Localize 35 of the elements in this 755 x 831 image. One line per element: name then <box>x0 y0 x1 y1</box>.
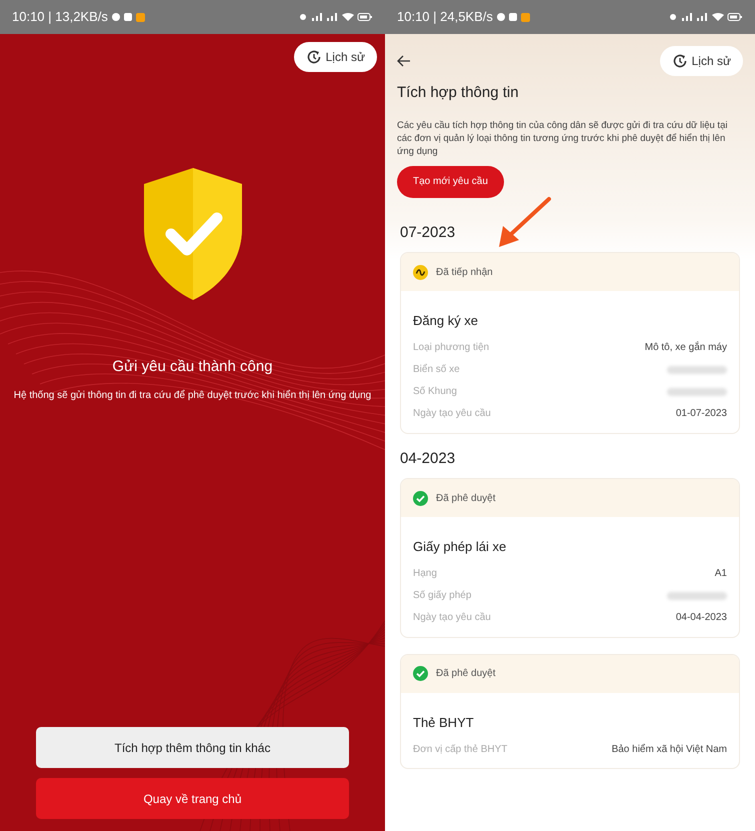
month-heading: 07-2023 <box>400 222 456 242</box>
field-label: Số Khung <box>413 385 457 399</box>
create-request-button[interactable]: Tạo mới yêu cầu <box>397 166 504 198</box>
field-value: 04-04-2023 <box>676 611 727 625</box>
field-label: Biển số xe <box>413 362 460 377</box>
field-value: A1 <box>714 567 727 581</box>
request-card[interactable]: Đã tiếp nhận Đăng ký xe Loại phương tiện Mô tô, xe gắn máy Biển số xe Số Khung Ngày tạo yêu cầu 01-07-2023 <box>400 252 740 434</box>
status-time: 10:10 | 13,2KB/s <box>12 8 108 26</box>
add-more-button[interactable]: Tích hợp thêm thông tin khác <box>36 727 349 768</box>
card-title: Giấy phép lái xe <box>413 538 508 556</box>
field-label: Ngày tạo yêu cầu <box>413 611 491 625</box>
field-value: Bảo hiểm xã hội Việt Nam <box>612 742 727 756</box>
status-label: Đã tiếp nhận <box>436 266 493 280</box>
field-label: Đơn vị cấp thẻ BHYT <box>413 742 508 756</box>
field-label: Hạng <box>413 567 437 581</box>
field-label: Số giấy phép <box>413 589 472 603</box>
status-label: Đã phê duyệt <box>436 492 496 506</box>
field-value: 01-07-2023 <box>676 407 727 421</box>
month-heading: 04-2023 <box>400 448 456 468</box>
card-title: Thẻ BHYT <box>413 714 475 732</box>
card-title: Đăng ký xe <box>413 312 480 330</box>
home-button[interactable]: Quay về trang chủ <box>36 778 349 819</box>
request-card[interactable]: Đã phê duyệt Giấy phép lái xe Hạng A1 Số giấy phép Ngày tạo yêu cầu 04-04-2023 <box>400 478 740 638</box>
request-card[interactable]: Đã phê duyệt Thẻ BHYT Đơn vị cấp thẻ BHYT Bảo hiểm xã hội Việt Nam <box>400 654 740 769</box>
success-title: Gửi yêu cầu thành công <box>111 357 274 377</box>
history-button[interactable]: Lịch sử <box>294 42 377 72</box>
status-label: Đã phê duyệt <box>436 667 496 681</box>
field-value: Mô tô, xe gắn máy <box>644 340 727 355</box>
page-description: Các yêu cầu tích hợp thông tin của công dân sẽ được gửi đi tra cứu dữ liệu tại các đơn vị quản lý loại thông tin tương ứng trước khi phê duyệt để hiển thị lên ứng dụng <box>396 118 728 158</box>
field-label: Loại phương tiện <box>413 341 490 355</box>
page-title: Tích hợp thông tin <box>396 83 520 103</box>
field-label: Ngày tạo yêu cầu <box>413 407 491 421</box>
history-button[interactable]: Lịch sử <box>660 46 743 76</box>
status-time: 10:10 | 24,5KB/s <box>397 8 493 26</box>
success-message: Hệ thống sẽ gửi thông tin đi tra cứu để phê duyệt trước khi hiển thị lên ứng dụng <box>12 388 372 402</box>
